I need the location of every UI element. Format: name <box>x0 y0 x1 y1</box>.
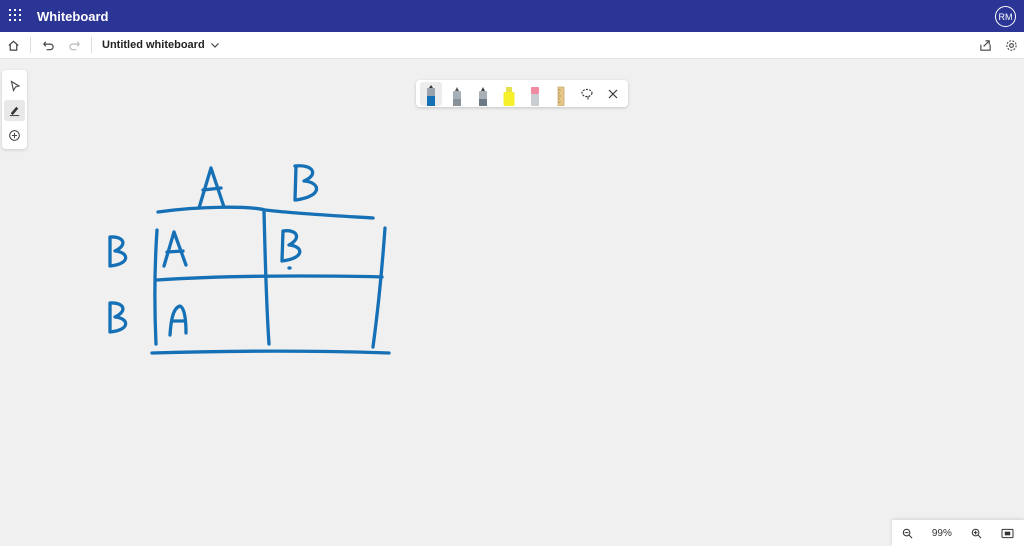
ink-letter-row1-b <box>108 235 128 268</box>
ink-letter-cell-a1 <box>162 230 188 268</box>
ink-line-middle <box>155 274 384 282</box>
ink-line-bottom <box>150 349 391 355</box>
ink-line-right <box>371 226 387 349</box>
whiteboard-canvas[interactable] <box>0 0 1024 546</box>
zoom-out-icon[interactable] <box>902 528 913 539</box>
zoom-in-icon[interactable] <box>971 528 982 539</box>
ink-letter-header-b <box>293 164 319 202</box>
ink-letter-header-a <box>197 166 226 210</box>
ink-letter-cell-a2 <box>168 304 188 337</box>
ink-letter-row2-b <box>108 301 128 334</box>
ink-line-left <box>153 228 159 346</box>
ink-letter-cell-b1 <box>280 229 302 263</box>
zoom-level[interactable]: 99% <box>932 528 952 539</box>
fit-to-screen-icon[interactable] <box>1001 528 1014 539</box>
zoom-control: 99% <box>892 520 1024 546</box>
